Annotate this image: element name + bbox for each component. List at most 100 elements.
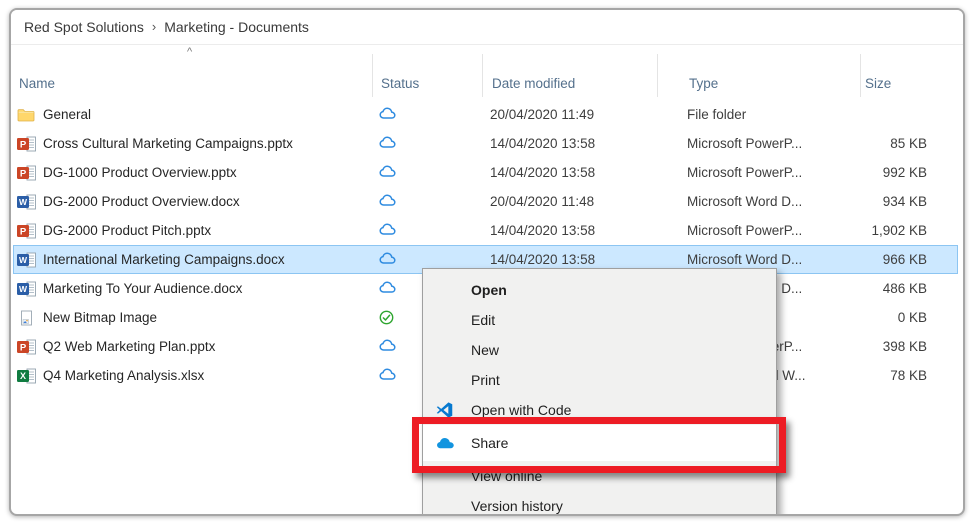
svg-text:P: P <box>20 139 27 150</box>
column-divider <box>482 54 483 97</box>
file-row[interactable]: P Cross Cultural Marketing Campaigns.ppt… <box>13 129 958 158</box>
status-cloud-icon <box>379 338 399 355</box>
menu-item-label: New <box>471 342 500 358</box>
file-type: File folder <box>687 107 747 122</box>
file-name-cell: X Q4 Marketing Analysis.xlsx <box>13 368 370 384</box>
breadcrumb-item[interactable]: Marketing - Documents <box>160 17 313 37</box>
file-name-cell: W International Marketing Campaigns.docx <box>13 252 370 268</box>
file-name-cell: General <box>13 107 370 123</box>
status-cloud-icon <box>379 222 399 239</box>
file-size: 78 KB <box>890 368 927 383</box>
menu-item-share[interactable]: Share <box>423 425 776 461</box>
excel-file-icon: X <box>17 368 37 384</box>
file-row[interactable]: P DG-1000 Product Overview.pptx 14/04/20… <box>13 158 958 187</box>
date-modified: 14/04/2020 13:58 <box>490 165 596 180</box>
bitmap-file-icon <box>17 310 37 326</box>
menu-item-label: View online <box>471 468 543 484</box>
menu-item-label: Edit <box>471 312 496 328</box>
file-name: DG-2000 Product Overview.docx <box>43 194 240 209</box>
file-name: International Marketing Campaigns.docx <box>43 252 285 267</box>
svg-text:X: X <box>20 371 26 381</box>
file-row[interactable]: P DG-2000 Product Pitch.pptx 14/04/2020 … <box>13 216 958 245</box>
menu-item-new[interactable]: New <box>423 335 776 365</box>
date-modified: 14/04/2020 13:58 <box>490 252 596 267</box>
file-type: Microsoft Word D... <box>687 194 803 209</box>
status-cloud-icon <box>379 251 399 268</box>
svg-text:P: P <box>20 342 27 353</box>
file-name: DG-1000 Product Overview.pptx <box>43 165 237 180</box>
svg-text:W: W <box>19 284 28 294</box>
file-name: New Bitmap Image <box>43 310 158 325</box>
file-name-cell: New Bitmap Image <box>13 310 370 326</box>
file-type: Microsoft PowerP... <box>687 136 803 151</box>
word-file-icon: W <box>17 252 37 268</box>
breadcrumb-chevron-icon: › <box>151 18 157 34</box>
onedrive-cloud-icon <box>436 437 455 450</box>
menu-item-label: Print <box>471 372 500 388</box>
status-cell <box>370 251 480 268</box>
file-row[interactable]: General 20/04/2020 11:49 File folder <box>13 100 958 129</box>
file-type: Microsoft PowerP... <box>687 165 803 180</box>
explorer-window: Red Spot Solutions › Marketing - Documents… <box>9 8 965 516</box>
breadcrumb-item[interactable]: Red Spot Solutions <box>20 17 148 37</box>
svg-text:W: W <box>19 197 28 207</box>
word-file-icon: W <box>17 194 37 210</box>
menu-item-edit[interactable]: Edit <box>423 305 776 335</box>
file-name: DG-2000 Product Pitch.pptx <box>43 223 212 238</box>
status-synced-icon <box>379 310 399 326</box>
menu-item-label: Version history <box>471 498 563 514</box>
column-header-row: Name Status Date modified Type Size <box>13 45 963 99</box>
svg-text:P: P <box>20 168 27 179</box>
column-header-type[interactable]: Type <box>657 76 860 91</box>
status-cloud-icon <box>379 193 399 210</box>
file-type: Microsoft PowerP... <box>687 223 803 238</box>
folder-file-icon <box>17 107 37 123</box>
menu-item-print[interactable]: Print <box>423 365 776 395</box>
menu-item-open[interactable]: Open <box>423 275 776 305</box>
column-header-size[interactable]: Size <box>860 76 958 91</box>
file-size: 1,902 KB <box>871 223 927 238</box>
status-cell <box>370 135 480 152</box>
sort-ascending-icon[interactable]: ^ <box>187 46 192 58</box>
menu-item-version-history[interactable]: Version history <box>423 491 776 514</box>
column-header-status[interactable]: Status <box>372 76 482 91</box>
status-cloud-icon <box>379 164 399 181</box>
file-size: 966 KB <box>882 252 927 267</box>
column-divider <box>860 54 861 97</box>
svg-text:P: P <box>20 226 27 237</box>
file-size: 85 KB <box>890 136 927 151</box>
column-header-name[interactable]: Name <box>13 76 372 91</box>
file-name-cell: W DG-2000 Product Overview.docx <box>13 194 370 210</box>
context-menu: Open Edit New Print Open with Code Share… <box>422 268 777 514</box>
file-type: Microsoft Word D... <box>687 252 803 267</box>
powerpoint-file-icon: P <box>17 223 37 239</box>
file-size: 934 KB <box>882 194 927 209</box>
vscode-icon <box>436 402 453 419</box>
file-name-cell: P Cross Cultural Marketing Campaigns.ppt… <box>13 136 370 152</box>
date-modified: 20/04/2020 11:49 <box>490 107 595 122</box>
date-modified: 20/04/2020 11:48 <box>490 194 595 209</box>
status-cloud-icon <box>379 106 399 123</box>
menu-item-view-online[interactable]: View online <box>423 461 776 491</box>
file-name: General <box>43 107 92 122</box>
menu-item-open-with-code[interactable]: Open with Code <box>423 395 776 425</box>
status-cloud-icon <box>379 135 399 152</box>
date-modified: 14/04/2020 13:58 <box>490 136 596 151</box>
column-header-date-modified[interactable]: Date modified <box>482 76 657 91</box>
file-size: 0 KB <box>897 310 927 325</box>
status-cell <box>370 106 480 123</box>
date-modified: 14/04/2020 13:58 <box>490 223 596 238</box>
column-divider <box>657 54 658 97</box>
file-name: Q4 Marketing Analysis.xlsx <box>43 368 205 383</box>
file-name-cell: W Marketing To Your Audience.docx <box>13 281 370 297</box>
file-row[interactable]: W DG-2000 Product Overview.docx 20/04/20… <box>13 187 958 216</box>
file-size: 398 KB <box>882 339 927 354</box>
status-cloud-icon <box>379 280 399 297</box>
file-name: Cross Cultural Marketing Campaigns.pptx <box>43 136 293 151</box>
powerpoint-file-icon: P <box>17 165 37 181</box>
column-divider <box>372 54 373 97</box>
menu-item-label: Share <box>471 435 509 451</box>
file-size: 486 KB <box>882 281 927 296</box>
menu-item-label: Open with Code <box>471 402 572 418</box>
powerpoint-file-icon: P <box>17 339 37 355</box>
